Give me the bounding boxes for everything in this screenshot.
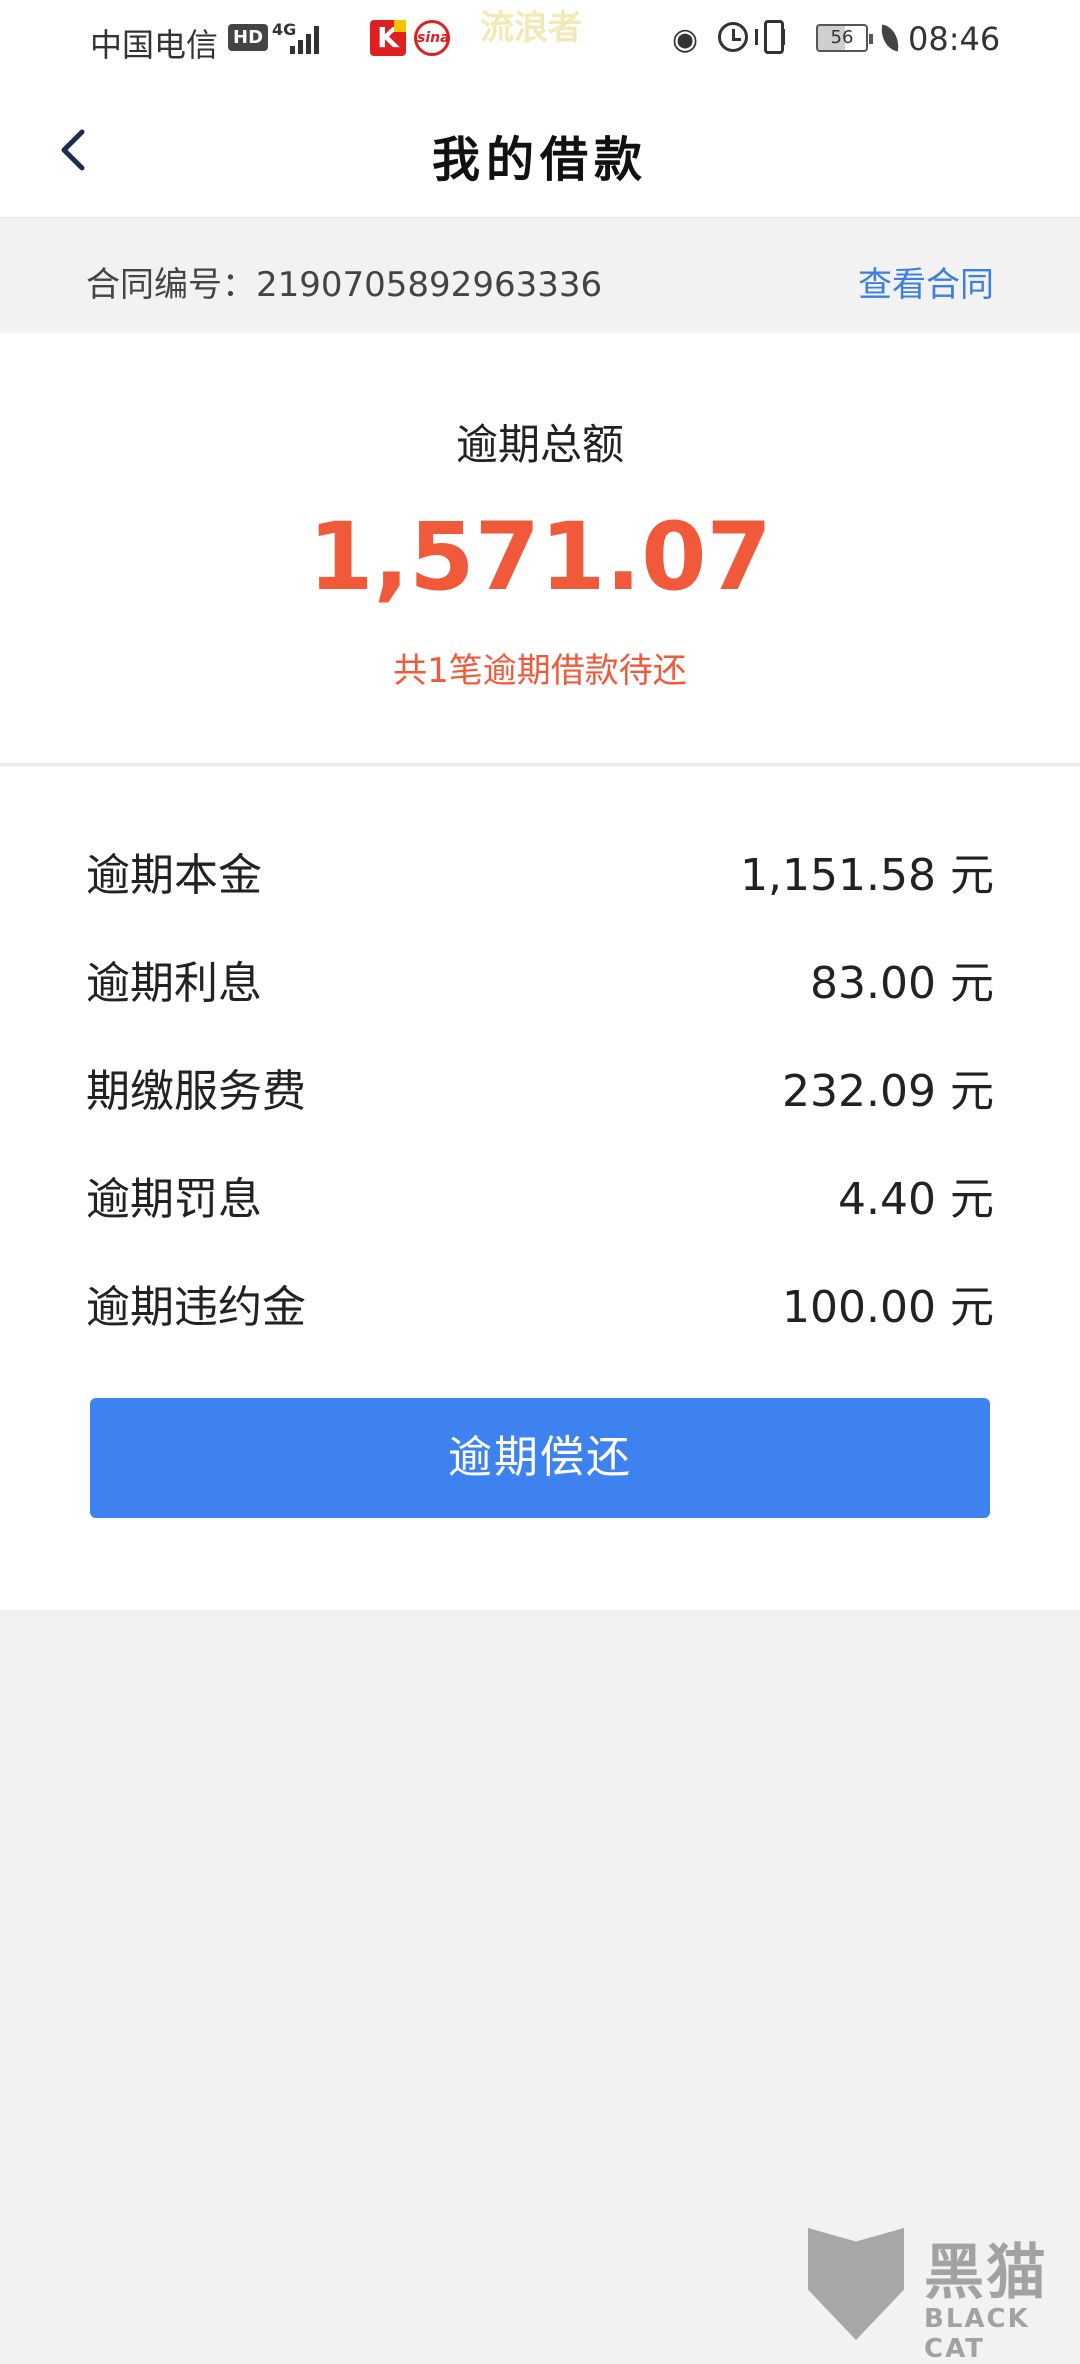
k-app-icon: K: [370, 20, 406, 56]
battery-icon: 56: [816, 24, 873, 52]
contract-number-label: 合同编号：2190705892963336: [86, 265, 603, 305]
contract-bar: 合同编号：2190705892963336 查看合同: [0, 219, 1080, 333]
detail-row-penalty-interest: 逾期罚息 4.40 元: [86, 1163, 994, 1225]
overdue-repay-button[interactable]: 逾期偿还: [90, 1398, 990, 1518]
detail-value: 232.09 元: [782, 1066, 994, 1117]
logo-name: 黑猫: [924, 2238, 1048, 2308]
detail-row-default-fee: 逾期违约金 100.00 元: [86, 1271, 994, 1333]
clock: 08:46: [908, 20, 1001, 58]
detail-row-interest: 逾期利息 83.00 元: [86, 947, 994, 1009]
detail-row-service-fee: 期缴服务费 232.09 元: [86, 1055, 994, 1117]
view-contract-link[interactable]: 查看合同: [858, 257, 994, 306]
detail-value: 83.00 元: [810, 958, 994, 1009]
cat-shield-icon: [808, 2228, 904, 2340]
black-cat-logo: 黑猫 BLACK CAT: [808, 2218, 1080, 2364]
overdue-total-amount: 1,571.07: [308, 503, 772, 612]
overdue-total-label: 逾期总额: [455, 420, 624, 469]
alarm-icon: [718, 22, 748, 52]
nav-bar: 我的借款: [0, 82, 1080, 218]
overdue-count-note: 共1笔逾期借款待还: [393, 651, 687, 691]
watermark-text: 流浪者: [480, 8, 582, 48]
detail-value: 1,151.58 元: [740, 850, 994, 901]
overdue-summary: 逾期总额 1,571.07 共1笔逾期借款待还: [0, 333, 1080, 765]
detail-label: 逾期违约金: [86, 1282, 306, 1333]
detail-row-principal: 逾期本金 1,151.58 元: [86, 839, 994, 901]
detail-value: 100.00 元: [782, 1282, 994, 1333]
sina-app-icon: sina: [414, 20, 450, 56]
hd-badge: HD: [228, 24, 269, 51]
detail-label: 逾期本金: [86, 850, 262, 901]
logo-subtitle: BLACK CAT: [924, 2304, 1030, 2364]
detail-value: 4.40 元: [838, 1174, 994, 1225]
status-bar: 中国电信 HD 4G K sina 流浪者 ◉ 56 08:46: [0, 0, 1080, 82]
page-title: 我的借款: [431, 132, 648, 188]
detail-label: 逾期利息: [86, 958, 262, 1009]
power-saving-leaf-icon: [878, 24, 902, 52]
carrier-label: 中国电信: [90, 26, 219, 64]
detail-label: 期缴服务费: [86, 1066, 306, 1117]
detail-label: 逾期罚息: [86, 1174, 262, 1225]
signal-icon: [290, 24, 322, 54]
vibrate-icon: [755, 20, 784, 54]
eye-icon: ◉: [672, 22, 699, 57]
